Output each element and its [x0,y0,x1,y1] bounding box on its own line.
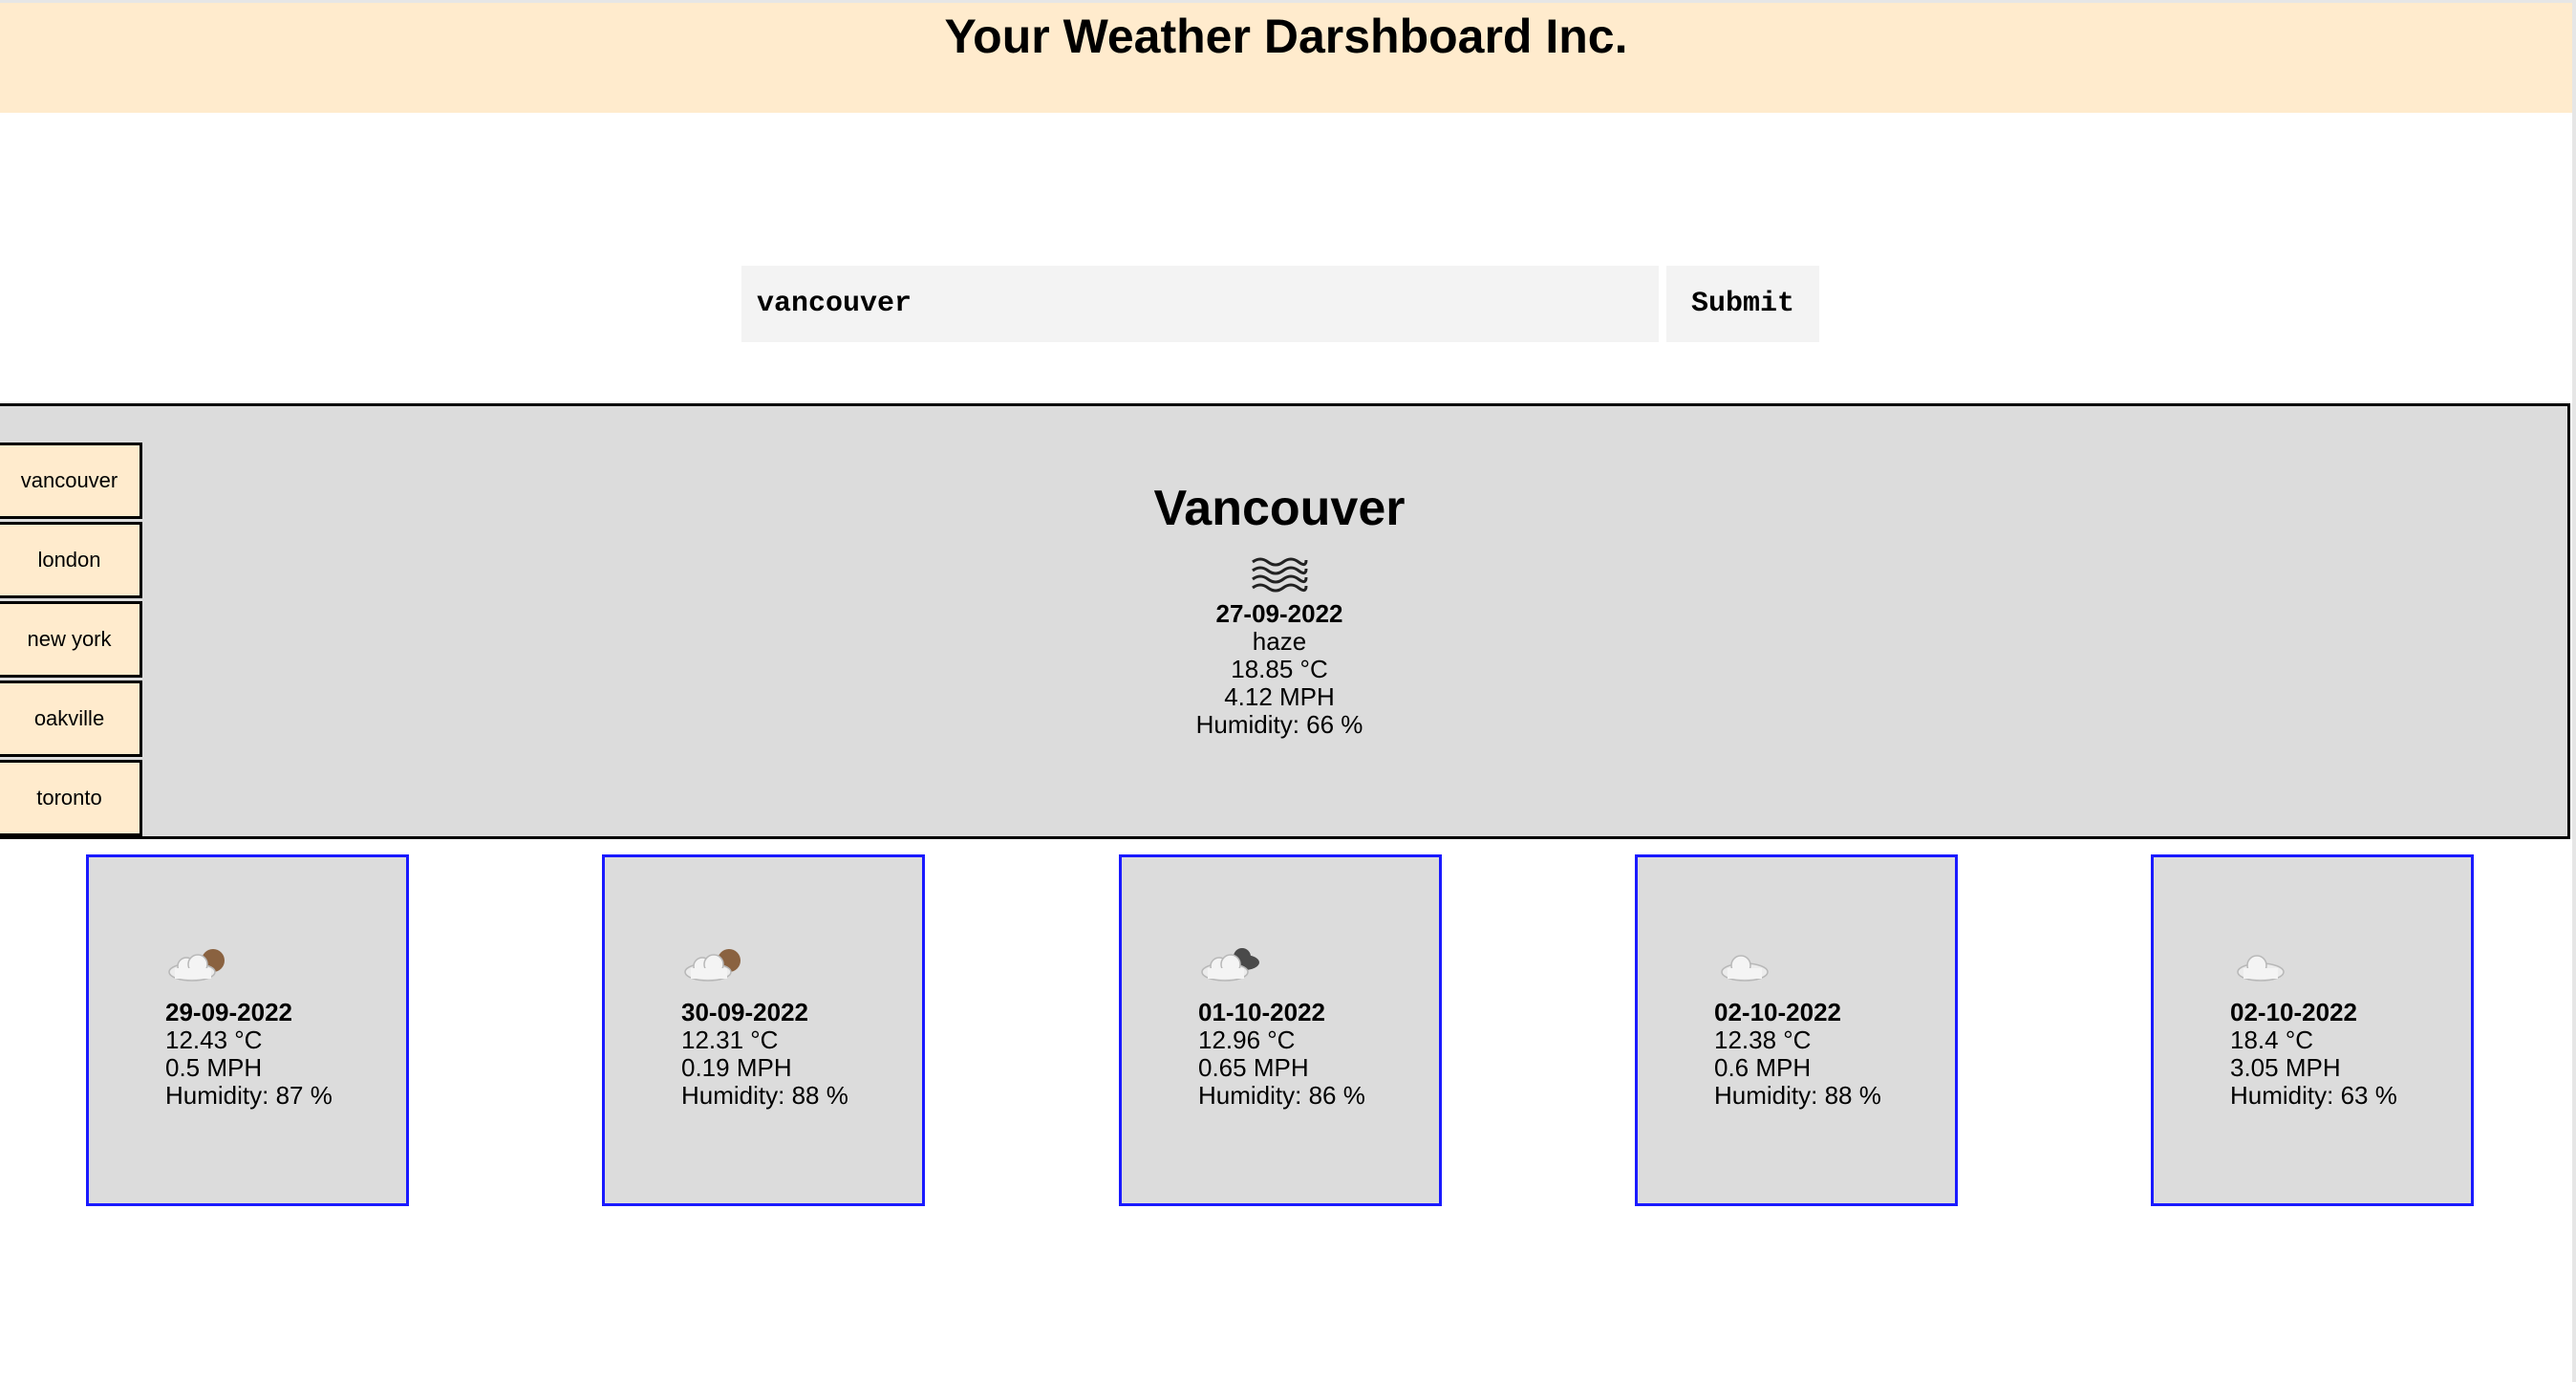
submit-button[interactable]: Submit [1666,266,1819,342]
page: Your Weather Darshboard Inc. Submit vanc… [0,0,2576,1382]
forecast-humidity: Humidity: 88 % [1714,1081,1881,1110]
forecast-humidity: Humidity: 63 % [2230,1081,2397,1110]
forecast-temperature: 12.38 °C [1714,1026,1812,1054]
forecast-date: 30-09-2022 [681,998,808,1026]
search-input[interactable] [741,266,1659,342]
forecast-temperature: 18.4 °C [2230,1026,2314,1054]
forecast-date: 02-10-2022 [1714,998,1841,1026]
forecast-wind: 0.19 MPH [681,1053,792,1082]
broken-clouds-icon [1201,948,1259,982]
page-title: Your Weather Darshboard Inc. [944,10,1628,63]
forecast-date: 01-10-2022 [1198,998,1325,1026]
history-item-new-york[interactable]: new york [0,601,142,678]
forecast-humidity: Humidity: 87 % [165,1081,333,1110]
forecast-humidity: Humidity: 88 % [681,1081,848,1110]
current-weather-info: Vancouver 27-09-2022 haze 18.85 °C 4.12 … [1050,478,1509,739]
city-name: Vancouver [1153,481,1406,536]
forecast-date: 29-09-2022 [165,998,292,1026]
current-wind: 4.12 MPH [1224,682,1335,711]
forecast-temperature: 12.43 °C [165,1026,263,1054]
history-item-oakville[interactable]: oakville [0,680,142,757]
forecast-card: 30-09-2022 12.31 °C 0.19 MPH Humidity: 8… [602,854,925,1206]
current-description: haze [1252,627,1307,656]
history-item-london[interactable]: london [0,522,142,598]
scrollbar[interactable] [2572,0,2576,1382]
partly-cloudy-icon [684,949,741,982]
cloud-icon [2237,955,2285,982]
cloud-icon [1721,955,1769,982]
history-item-vancouver[interactable]: vancouver [0,443,142,519]
forecast-card: 02-10-2022 12.38 °C 0.6 MPH Humidity: 88… [1635,854,1958,1206]
forecast-wind: 0.65 MPH [1198,1053,1309,1082]
forecast-temperature: 12.96 °C [1198,1026,1296,1054]
forecast-date: 02-10-2022 [2230,998,2357,1026]
forecast-temperature: 12.31 °C [681,1026,779,1054]
partly-cloudy-icon [168,949,225,982]
current-humidity: Humidity: 66 % [1195,710,1363,739]
search-history: vancouver london new york oakville toron… [0,443,142,836]
forecast-wind: 3.05 MPH [2230,1053,2341,1082]
forecast-card: 29-09-2022 12.43 °C 0.5 MPH Humidity: 87… [86,854,409,1206]
haze-icon [1252,557,1308,593]
forecast-card: 02-10-2022 18.4 °C 3.05 MPH Humidity: 63… [2151,854,2474,1206]
search-form: Submit [741,266,1819,342]
header: Your Weather Darshboard Inc. [0,0,2572,113]
current-temperature: 18.85 °C [1231,655,1328,683]
forecast-humidity: Humidity: 86 % [1198,1081,1365,1110]
forecast-card: 01-10-2022 12.96 °C 0.65 MPH Humidity: 8… [1119,854,1442,1206]
current-date: 27-09-2022 [1215,599,1343,628]
current-weather-panel: vancouver london new york oakville toron… [0,403,2570,839]
history-item-toronto[interactable]: toronto [0,760,142,836]
forecast-wind: 0.5 MPH [165,1053,263,1082]
forecast-wind: 0.6 MPH [1714,1053,1812,1082]
